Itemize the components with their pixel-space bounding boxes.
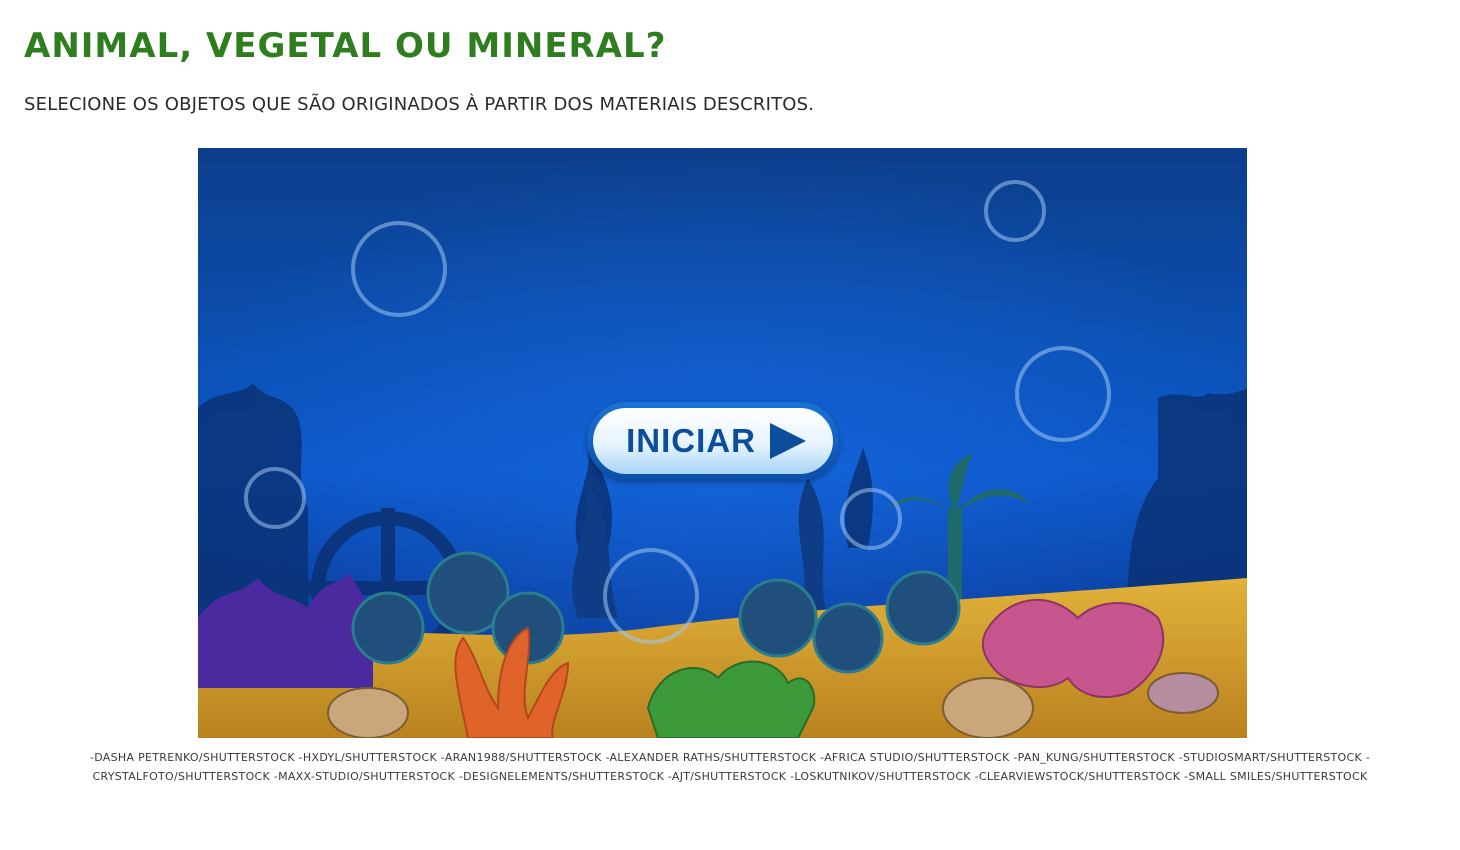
page-title: ANIMAL, VEGETAL OU MINERAL? — [24, 26, 667, 66]
game-stage[interactable]: INICIAR — [198, 148, 1247, 738]
start-button-face[interactable]: INICIAR — [593, 408, 833, 474]
credits-line-1: -DASHA PETRENKO/SHUTTERSTOCK -HXDYL/SHUT… — [89, 751, 1371, 764]
credits-line-2: CRYSTALFOTO/SHUTTERSTOCK -MAXX-STUDIO/SH… — [92, 770, 1368, 783]
start-button[interactable]: INICIAR — [587, 402, 839, 480]
start-button-label: INICIAR — [626, 422, 756, 459]
page-instructions: SELECIONE OS OBJETOS QUE SÃO ORIGINADOS … — [24, 94, 815, 115]
play-icon — [769, 423, 806, 459]
image-credits: -DASHA PETRENKO/SHUTTERSTOCK -HXDYL/SHUT… — [0, 748, 1460, 786]
